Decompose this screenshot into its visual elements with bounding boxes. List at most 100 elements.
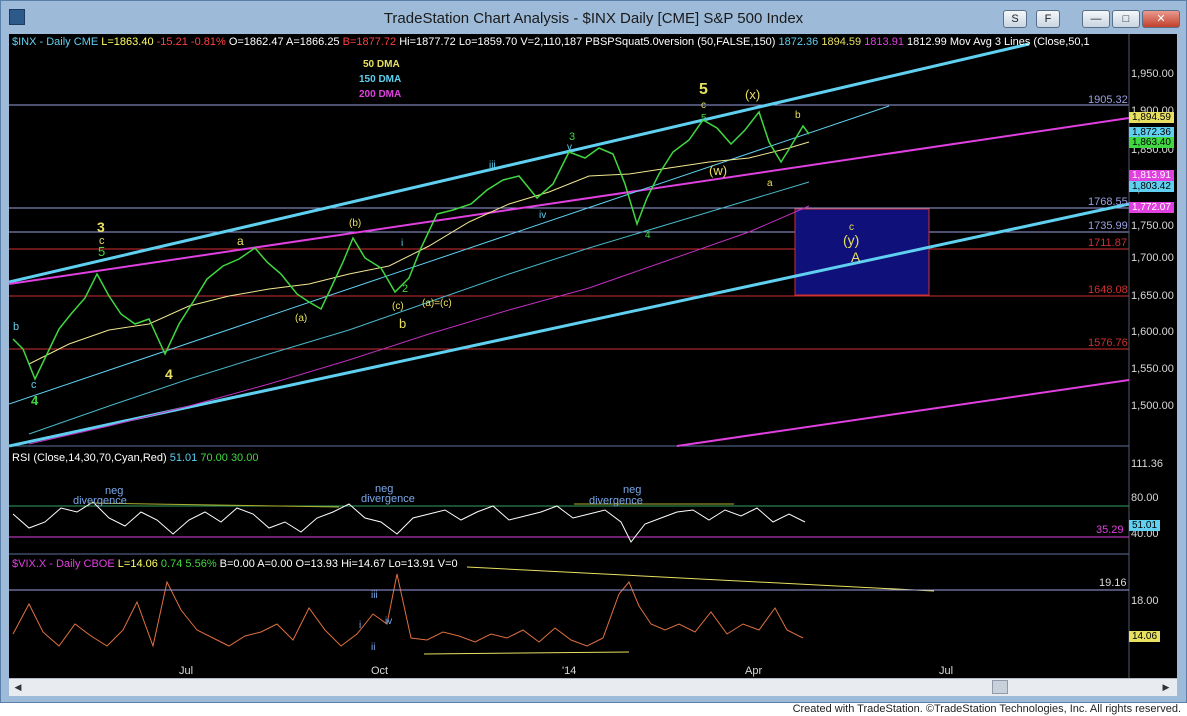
indicator-value-1: 1872.36 (778, 36, 819, 48)
ask-label: A=1866.25 (286, 36, 340, 48)
legend-150dma: 150 DMA (359, 74, 402, 85)
wave-label: (c) (392, 301, 404, 312)
minimize-button[interactable]: — (1082, 10, 1110, 28)
vix-wave-label: ii (371, 642, 376, 653)
vix-ask: A=0.00 (257, 558, 293, 570)
wave-label: c (31, 379, 37, 391)
level-label: 1711.87 (1088, 237, 1127, 249)
wave-label: 3 (569, 131, 576, 143)
wave-label: b (795, 110, 801, 121)
symbol-link-button[interactable]: S (1003, 10, 1027, 28)
vix-exchange: CBOE (83, 558, 115, 570)
horizontal-scrollbar[interactable]: ◀ ▶ (9, 678, 1177, 696)
scrollbar-thumb[interactable] (992, 680, 1008, 694)
rsi-tag: 51.01 (1129, 520, 1161, 531)
vix-wave-label: iv (385, 616, 393, 627)
scroll-left-icon[interactable]: ◀ (11, 680, 25, 694)
vix-volume: V=0 (437, 558, 458, 570)
vix-last: L=14.06 (117, 558, 158, 570)
price-tick: 1,550.00 (1131, 363, 1174, 375)
wave-label: b (13, 321, 20, 333)
wave-label: 3 (97, 219, 105, 235)
wave-label: (a)=(c) (422, 298, 452, 309)
low-label: Lo=1859.70 (458, 36, 518, 48)
wave-label: 4 (31, 393, 39, 408)
vix-level: 19.16 (1099, 577, 1127, 589)
wave-label: 4 (645, 230, 651, 241)
mov-avg-label: Mov Avg 3 Lines (Close,50,1 (949, 36, 1090, 48)
wave-label: (b) (349, 218, 362, 229)
indicator-value-4: 1812.99 (907, 36, 947, 48)
format-button[interactable]: F (1036, 10, 1060, 28)
bid-label: O=1862.47 (228, 36, 284, 48)
vix-wave-label: i (359, 620, 362, 631)
rsi-value: 51.01 (169, 452, 198, 464)
vix-header: $VIX.X - Daily CBOE L=14.06 0.74 5.56% B… (12, 558, 458, 570)
open-label: B=1877.72 (342, 36, 397, 48)
level-label: 1768.55 (1088, 196, 1128, 208)
symbol-label: $INX - Daily (12, 36, 71, 48)
price-tick: 1,650.00 (1131, 290, 1174, 302)
price-tick: 1,600.00 (1131, 326, 1174, 338)
wave-label: c (701, 100, 706, 111)
wave-label: (w) (709, 163, 728, 178)
rsi-tick: 80.00 (1131, 492, 1159, 504)
price-header: $INX - Daily CME L=1863.40 -15.21 -0.81%… (12, 36, 1090, 48)
price-tick: 1,700.00 (1131, 252, 1174, 264)
price-pct: -0.81% (190, 36, 226, 48)
price-tick: 1,750.00 (1131, 220, 1174, 232)
wave-label: 2 (402, 283, 409, 295)
vix-wave-label: iii (371, 590, 378, 601)
scroll-right-icon[interactable]: ▶ (1159, 680, 1173, 694)
maximize-button[interactable]: □ (1112, 10, 1140, 28)
wave-label: 5 (699, 81, 708, 98)
rsi-tick: 111.36 (1131, 458, 1164, 470)
wave-label: 5 (701, 113, 707, 124)
rsi-header: RSI (Close,14,30,70,Cyan,Red) 51.01 70.0… (12, 452, 258, 464)
wave-label: 5 (98, 244, 106, 259)
price-tag-cyan2: 1,803.42 (1129, 181, 1174, 192)
chart-plot-area[interactable]: $INX - Daily CME L=1863.40 -15.21 -0.81%… (9, 34, 1177, 696)
chart-drawing (9, 34, 1130, 678)
level-label: 1576.76 (1088, 337, 1128, 349)
level-label: 1735.99 (1088, 220, 1128, 232)
price-tag-last: 1,863.40 (1129, 137, 1174, 148)
wave-label: a (237, 234, 244, 248)
wave-label: b (399, 316, 407, 331)
vix-bid: B=0.00 (219, 558, 255, 570)
wave-label: (x) (745, 87, 761, 102)
vix-change: 0.74 (160, 558, 183, 570)
price-tag-magenta: 1,813.91 (1129, 170, 1174, 181)
time-tick: Apr (745, 665, 763, 677)
wave-label: (a) (295, 313, 308, 324)
vix-tick: 18.00 (1131, 595, 1159, 607)
indicator-label: PBSPSquat5.0version (50,FALSE,150) (585, 36, 776, 48)
legend-200dma: 200 DMA (359, 89, 402, 100)
price-tag-dma200: 1,772.07 (1129, 202, 1174, 213)
vix-low: Lo=13.91 (388, 558, 435, 570)
wave-label: iv (539, 210, 547, 221)
rsi-title: RSI (Close,14,30,70,Cyan,Red) (12, 452, 167, 464)
time-tick: Jul (179, 665, 194, 677)
annotation-divergence: divergence (589, 495, 643, 507)
wave-label: (y) (843, 232, 860, 248)
vix-pct: 5.56% (185, 558, 217, 570)
rsi-tag-magenta: 35.29 (1096, 524, 1124, 536)
vix-high: Hi=14.67 (341, 558, 386, 570)
time-tick: '14 (562, 665, 577, 677)
chart-window: TradeStation Chart Analysis - $INX Daily… (0, 0, 1187, 703)
wave-label: 4 (165, 366, 173, 382)
title-bar: TradeStation Chart Analysis - $INX Daily… (1, 1, 1186, 33)
level-label: 1905.32 (1088, 94, 1128, 106)
close-button[interactable]: ✕ (1142, 10, 1180, 28)
rsi-overbought: 70.00 (200, 452, 228, 464)
time-tick: Jul (939, 665, 954, 677)
wave-label: i (401, 238, 404, 249)
annotation-divergence: divergence (73, 495, 127, 507)
price-change: -15.21 (156, 36, 188, 48)
rsi-oversold: 30.00 (230, 452, 259, 464)
vix-open: O=13.93 (295, 558, 339, 570)
wave-label: A (851, 249, 861, 265)
wave-label: v (567, 142, 572, 153)
level-label: 1648.08 (1088, 284, 1128, 296)
